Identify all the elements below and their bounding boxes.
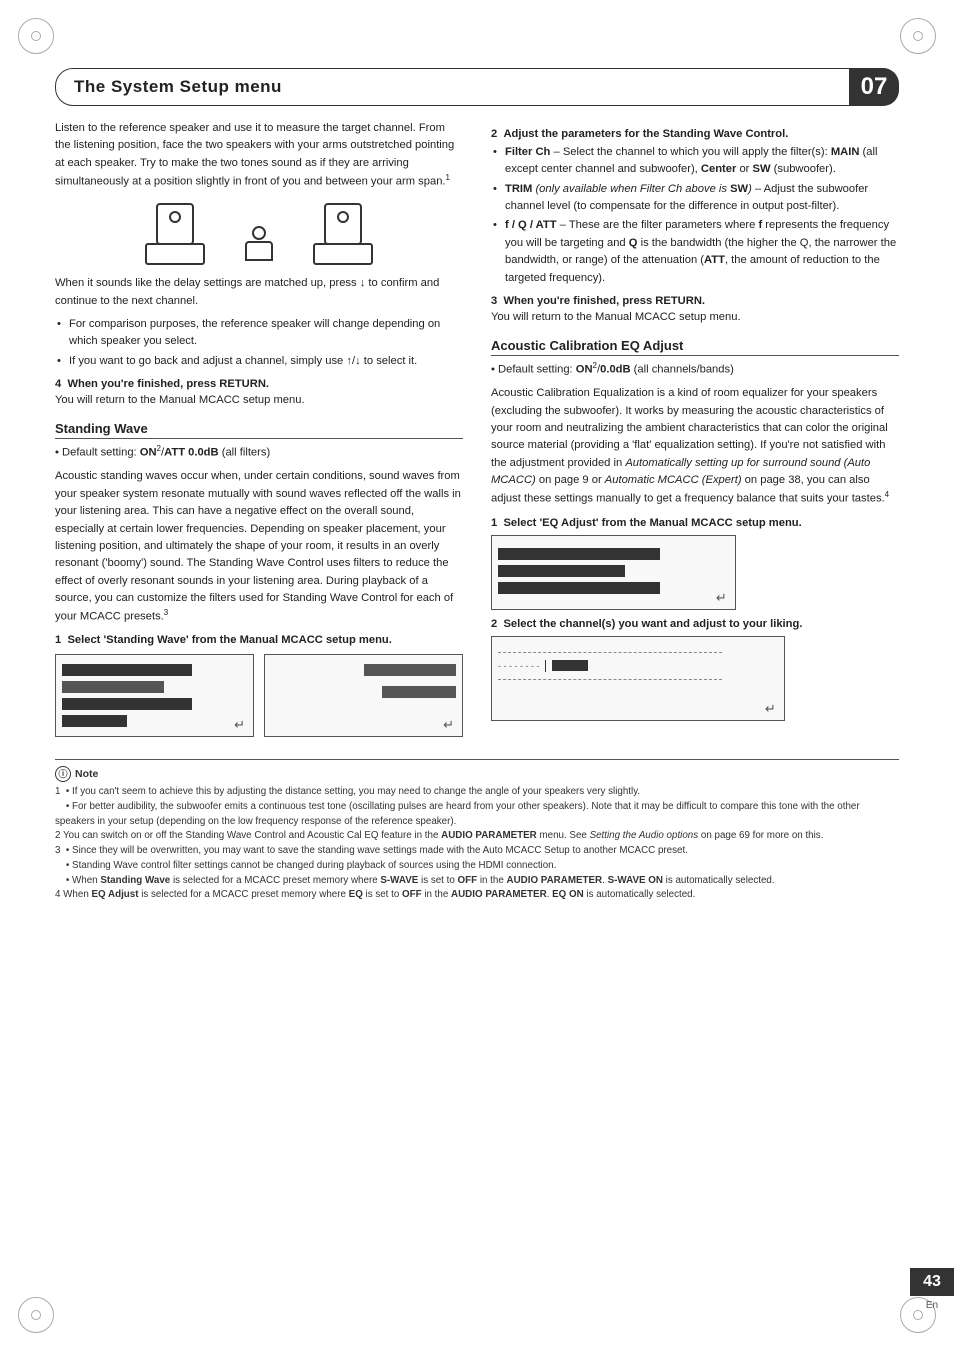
standing-wave-params-bullets: Filter Ch – Select the channel to which … — [491, 144, 899, 287]
speaker-box-right — [324, 203, 362, 245]
content-area: Listen to the reference speaker and use … — [55, 120, 899, 1296]
menu-row-r2 — [382, 686, 456, 698]
speaker-box-left — [156, 203, 194, 245]
step3-right-sub: You will return to the Manual MCACC setu… — [491, 309, 899, 326]
acoustic-eq-heading: Acoustic Calibration EQ Adjust — [491, 338, 899, 356]
header-bar: The System Setup menu — [55, 68, 899, 106]
menu-row-2 — [62, 681, 164, 693]
step1-left-heading: 1 Select 'Standing Wave' from the Manual… — [55, 634, 463, 646]
eq-row-with-box: - - - - - - - - — [498, 660, 778, 672]
note-item-7: 4 When EQ Adjust is selected for a MCACC… — [55, 888, 899, 903]
page-lang-badge: En — [910, 1300, 954, 1311]
dashed-line-2 — [498, 679, 722, 680]
bullet-trim: TRIM (only available when Filter Ch abov… — [491, 181, 899, 216]
page-number-badge: 43 — [910, 1268, 954, 1296]
menu-panel-right-inner — [265, 655, 462, 725]
step2-eq-heading: 2 Select the channel(s) you want and adj… — [491, 618, 899, 630]
step3-right-heading: 3 When you're finished, press RETURN. — [491, 295, 899, 307]
menu-row-r1 — [364, 664, 457, 676]
speaker-dot-right — [337, 211, 349, 223]
eq-value-box — [552, 660, 588, 671]
menu-row-3 — [62, 698, 192, 710]
note-label: Note — [75, 767, 98, 783]
speaker-left — [145, 203, 205, 265]
left-column: Listen to the reference speaker and use … — [55, 120, 463, 745]
menu-row-1 — [62, 664, 192, 676]
note-header: ⓘ Note — [55, 766, 899, 782]
eq-menu-inner — [492, 536, 735, 606]
note-item-6: • When Standing Wave is selected for a M… — [55, 874, 899, 889]
note-item-1: 1 • If you can't seem to achieve this by… — [55, 785, 899, 800]
step4-heading: 4 When you're finished, press RETURN. — [55, 378, 463, 390]
corner-decoration-tl — [18, 18, 54, 54]
footnote-4: 4 — [885, 490, 889, 499]
speaker-base-right — [313, 243, 373, 265]
note-item-5: • Standing Wave control filter settings … — [55, 859, 899, 874]
standing-wave-body: Acoustic standing waves occur when, unde… — [55, 468, 463, 626]
acoustic-eq-default: • Default setting: ON2/0.0dB (all channe… — [491, 360, 899, 379]
footnote-3: 3 — [164, 608, 168, 617]
person-icon — [245, 226, 273, 261]
bullet-comparison: For comparison purposes, the reference s… — [55, 316, 463, 351]
page-lang: En — [926, 1300, 938, 1311]
speaker-diagram — [55, 203, 463, 265]
bullet-goback: If you want to go back and adjust a chan… — [55, 353, 463, 370]
speaker-right — [313, 203, 373, 265]
eq-menu-row-1 — [498, 548, 660, 560]
eq-menu-row-2 — [498, 565, 625, 577]
menu-arrow-left: ↵ — [234, 717, 245, 733]
eq-menu-arrow: ↵ — [716, 590, 727, 606]
eq-channel-arrow: ↵ — [765, 701, 776, 717]
page-number: 43 — [923, 1273, 941, 1291]
eq-menu-row-3 — [498, 582, 660, 594]
corner-decoration-bl — [18, 1297, 54, 1333]
step2-right-heading: 2 Adjust the parameters for the Standing… — [491, 128, 899, 140]
menu-arrow-right: ↵ — [443, 717, 454, 733]
step1-eq-heading: 1 Select 'EQ Adjust' from the Manual MCA… — [491, 517, 899, 529]
note-icon: ⓘ — [55, 766, 71, 782]
dashed-line-1 — [498, 652, 722, 653]
eq-channel-menu-mockup: - - - - - - - - ↵ — [491, 636, 785, 721]
two-column-layout: Listen to the reference speaker and use … — [55, 120, 899, 745]
menu-panel-left: ↵ — [55, 654, 254, 737]
corner-decoration-tr — [900, 18, 936, 54]
eq-adjust-menu-mockup: ↵ — [491, 535, 736, 610]
eq-channel-inner: - - - - - - - - — [492, 637, 784, 707]
right-column: 2 Adjust the parameters for the Standing… — [491, 120, 899, 745]
step4-sub: You will return to the Manual MCACC setu… — [55, 392, 463, 409]
note-section: ⓘ Note 1 • If you can't seem to achieve … — [55, 759, 899, 903]
chapter-badge: 07 — [849, 68, 899, 106]
bullet-fqatt: f / Q / ATT – These are the filter param… — [491, 217, 899, 286]
intro-paragraph: Listen to the reference speaker and use … — [55, 120, 463, 191]
menu-panel-right: ↵ — [264, 654, 463, 737]
after-diagram-text: When it sounds like the delay settings a… — [55, 275, 463, 310]
footnote-1: 1 — [446, 173, 450, 182]
bullet-filter-ch: Filter Ch – Select the channel to which … — [491, 144, 899, 179]
standing-wave-heading: Standing Wave — [55, 421, 463, 439]
menu-row-4 — [62, 715, 127, 727]
page: The System Setup menu 07 Listen to the r… — [0, 0, 954, 1351]
note-item-4: 3 • Since they will be overwritten, you … — [55, 844, 899, 859]
note-item-3: 2 You can switch on or off the Standing … — [55, 829, 899, 844]
standing-wave-menu-mockup: ↵ ↵ — [55, 648, 463, 745]
acoustic-eq-body: Acoustic Calibration Equalization is a k… — [491, 385, 899, 508]
speaker-base-left — [145, 243, 205, 265]
eq-dashes: - - - - - - - - — [498, 661, 539, 671]
standing-wave-default: • Default setting: ON2/ATT 0.0dB (all fi… — [55, 443, 463, 462]
speaker-dot-left — [169, 211, 181, 223]
eq-separator — [545, 660, 546, 672]
menu-panel-left-inner — [56, 655, 253, 736]
note-item-2: • For better audibility, the subwoofer e… — [55, 800, 899, 829]
after-diagram-bullets: For comparison purposes, the reference s… — [55, 316, 463, 370]
header-title: The System Setup menu — [74, 77, 282, 97]
